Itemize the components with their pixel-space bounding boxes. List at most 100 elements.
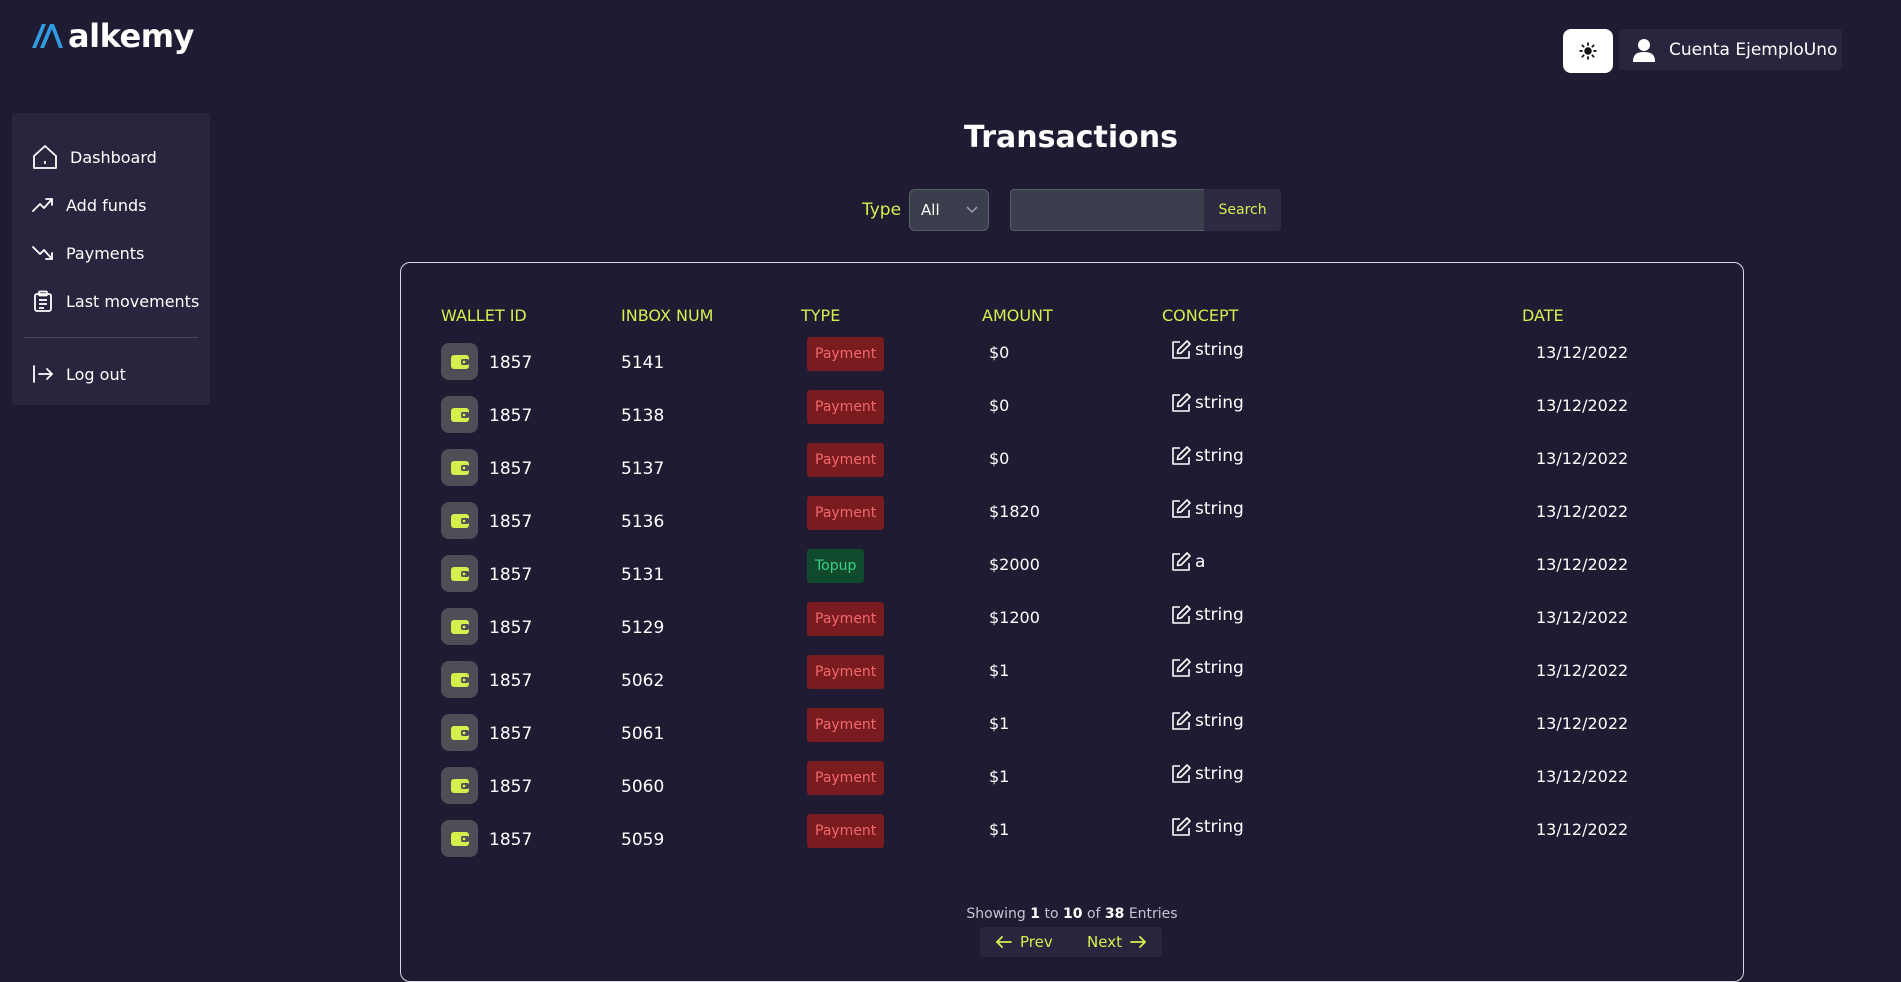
concept[interactable]: string (1170, 816, 1244, 838)
pagination-summary: Showing 1 to 10 of 38 Entries (401, 906, 1743, 922)
wallet-icon (441, 502, 478, 539)
table-row[interactable]: 1857 5129 Payment $1200 string 13/12/202… (401, 602, 1743, 661)
search-input[interactable] (1010, 189, 1205, 231)
table-row[interactable]: 1857 5062 Payment $1 string 13/12/2022 (401, 655, 1743, 714)
edit-icon[interactable] (1170, 710, 1192, 732)
clipboard-icon (34, 290, 52, 312)
table-row[interactable]: 1857 5061 Payment $1 string 13/12/2022 (401, 708, 1743, 767)
pagination-entries-text: Entries (1128, 906, 1178, 922)
concept[interactable]: string (1170, 392, 1244, 414)
table-body: 1857 5141 Payment $0 string 13/12/2022 1… (401, 337, 1743, 873)
edit-icon[interactable] (1170, 657, 1192, 679)
sidebar-divider (24, 337, 198, 338)
concept-text: string (1195, 658, 1244, 678)
edit-icon[interactable] (1170, 551, 1192, 573)
arrow-right-icon (1130, 936, 1146, 948)
edit-icon[interactable] (1170, 763, 1192, 785)
account-menu-button[interactable]: Cuenta EjemploUno (1619, 29, 1842, 70)
concept-text: string (1195, 393, 1244, 413)
concept[interactable]: string (1170, 445, 1244, 467)
type-badge: Payment (807, 443, 885, 477)
edit-icon[interactable] (1170, 392, 1192, 414)
type-badge: Payment (807, 337, 885, 371)
concept[interactable]: a (1170, 551, 1205, 573)
theme-toggle-button[interactable] (1563, 29, 1613, 73)
inbox-num: 5137 (621, 459, 665, 479)
sidebar-item-logout[interactable]: Log out (12, 350, 210, 398)
concept[interactable]: string (1170, 339, 1244, 361)
inbox-num: 5141 (621, 353, 665, 373)
edit-icon[interactable] (1170, 339, 1192, 361)
wallet-icon (441, 608, 478, 645)
concept[interactable]: string (1170, 604, 1244, 626)
amount: $1820 (989, 502, 1040, 521)
wallet-icon (441, 767, 478, 804)
edit-icon[interactable] (1170, 498, 1192, 520)
type-badge: Payment (807, 761, 885, 795)
pagination-total: 38 (1104, 906, 1125, 922)
sidebar-item-add-funds[interactable]: Add funds (12, 181, 210, 229)
table-row[interactable]: 1857 5138 Payment $0 string 13/12/2022 (401, 390, 1743, 449)
date: 13/12/2022 (1536, 661, 1629, 680)
edit-icon[interactable] (1170, 816, 1192, 838)
concept[interactable]: string (1170, 763, 1244, 785)
table-row[interactable]: 1857 5141 Payment $0 string 13/12/2022 (401, 337, 1743, 396)
amount: $0 (989, 449, 1010, 468)
column-header-concept: CONCEPT (1162, 306, 1239, 325)
sidebar-item-label: Last movements (66, 291, 200, 311)
table-header: WALLET ID INBOX NUM TYPE AMOUNT CONCEPT … (401, 306, 1743, 336)
type-filter-select[interactable]: All (909, 189, 990, 231)
sidebar-item-payments[interactable]: Payments (12, 229, 210, 277)
type-filter-label: Type (862, 200, 902, 220)
pager: Prev Next (980, 927, 1162, 957)
prev-page-button[interactable]: Prev (996, 933, 1053, 951)
pagination-to: 10 (1063, 906, 1083, 922)
table-row[interactable]: 1857 5131 Topup $2000 a 13/12/2022 (401, 549, 1743, 608)
sidebar-item-last-movements[interactable]: Last movements (12, 277, 210, 325)
sun-icon (1579, 42, 1597, 60)
date: 13/12/2022 (1536, 767, 1629, 786)
wallet-icon (441, 555, 478, 592)
wallet-id: 1857 (489, 459, 533, 479)
concept[interactable]: string (1170, 657, 1244, 679)
amount: $1 (989, 767, 1010, 786)
wallet-id: 1857 (489, 777, 533, 797)
brand-logo[interactable]: alkemy (30, 20, 194, 52)
inbox-num: 5062 (621, 671, 665, 691)
pagination-of-text: of (1086, 906, 1101, 922)
search-button[interactable]: Search (1204, 189, 1282, 231)
sidebar: Dashboard Add funds Payments Last moveme… (12, 113, 210, 405)
wallet-id: 1857 (489, 565, 533, 585)
table-row[interactable]: 1857 5059 Payment $1 string 13/12/2022 (401, 814, 1743, 873)
date: 13/12/2022 (1536, 343, 1629, 362)
amount: $1200 (989, 608, 1040, 627)
edit-icon[interactable] (1170, 445, 1192, 467)
concept-text: string (1195, 711, 1244, 731)
column-header-wallet-id: WALLET ID (441, 306, 527, 325)
wallet-icon (441, 820, 478, 857)
concept-text: a (1195, 552, 1206, 572)
amount: $2000 (989, 555, 1040, 574)
concept[interactable]: string (1170, 498, 1244, 520)
pagination-showing-text: Showing (966, 906, 1026, 922)
edit-icon[interactable] (1170, 604, 1192, 626)
type-badge: Payment (807, 390, 885, 424)
table-row[interactable]: 1857 5136 Payment $1820 string 13/12/202… (401, 496, 1743, 555)
sidebar-item-label: Payments (66, 243, 145, 263)
table-row[interactable]: 1857 5137 Payment $0 string 13/12/2022 (401, 443, 1743, 502)
concept[interactable]: string (1170, 710, 1244, 732)
column-header-amount: AMOUNT (982, 306, 1053, 325)
date: 13/12/2022 (1536, 714, 1629, 733)
table-row[interactable]: 1857 5060 Payment $1 string 13/12/2022 (401, 761, 1743, 820)
date: 13/12/2022 (1536, 820, 1629, 839)
concept-text: string (1195, 340, 1244, 360)
page-title: Transactions (964, 120, 1178, 155)
wallet-id: 1857 (489, 671, 533, 691)
column-header-date: DATE (1522, 306, 1564, 325)
arrow-left-icon (996, 936, 1012, 948)
brand-name: alkemy (68, 17, 194, 55)
next-page-button[interactable]: Next (1087, 933, 1146, 951)
date: 13/12/2022 (1536, 555, 1629, 574)
column-header-inbox-num: INBOX NUM (621, 306, 714, 325)
column-header-type: TYPE (801, 306, 841, 325)
